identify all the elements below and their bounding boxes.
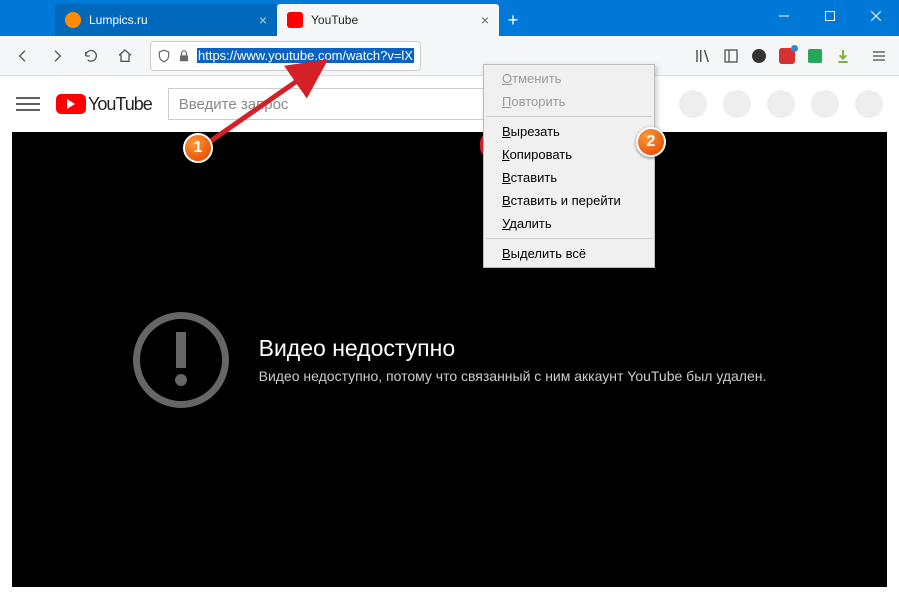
callout-1: 1 [183, 133, 213, 163]
url-context-menu: Отменить Повторить Вырезать Копировать В… [483, 64, 655, 268]
home-button[interactable] [110, 41, 140, 71]
ext-download-icon[interactable] [831, 44, 855, 68]
search-placeholder: Введите запрос [179, 96, 289, 113]
close-tab-icon[interactable]: × [255, 12, 271, 28]
exclamation-icon [133, 312, 229, 408]
tab-lumpics[interactable]: Lumpics.ru × [55, 4, 277, 36]
ctx-copy[interactable]: Копировать [484, 143, 654, 166]
ctx-select-all[interactable]: Выделить всё [484, 242, 654, 265]
shield-icon [157, 49, 171, 63]
tab-strip: Lumpics.ru × YouTube × + [55, 4, 527, 36]
ctx-redo: Повторить [484, 90, 654, 113]
tab-label: YouTube [311, 13, 469, 27]
menu-button[interactable] [867, 44, 891, 68]
maximize-button[interactable] [807, 0, 853, 32]
forward-button[interactable] [42, 41, 72, 71]
ctx-paste[interactable]: Вставить [484, 166, 654, 189]
youtube-header: YouTube Введите запрос [0, 76, 899, 132]
window-titlebar: Lumpics.ru × YouTube × + [0, 0, 899, 36]
ctx-undo: Отменить [484, 67, 654, 90]
reload-button[interactable] [76, 41, 106, 71]
youtube-wordmark: YouTube [88, 94, 152, 115]
video-error-subtitle: Видео недоступно, потому что связанный с… [259, 368, 767, 384]
tab-youtube[interactable]: YouTube × [277, 4, 499, 36]
header-placeholders [679, 90, 883, 118]
toolbar-extensions [691, 44, 891, 68]
back-button[interactable] [8, 41, 38, 71]
tab-favicon [65, 12, 81, 28]
ctx-paste-go[interactable]: Вставить и перейти [484, 189, 654, 212]
window-controls [761, 0, 899, 32]
hamburger-icon[interactable] [16, 92, 40, 116]
ext-green-icon[interactable] [803, 44, 827, 68]
url-bar[interactable]: https://www.youtube.com/watch?v=lX [150, 41, 421, 71]
ext-icon[interactable] [747, 44, 771, 68]
minimize-button[interactable] [761, 0, 807, 32]
search-input[interactable]: Введите запрос [168, 88, 493, 120]
ctx-cut[interactable]: Вырезать [484, 120, 654, 143]
ctx-delete[interactable]: Удалить [484, 212, 654, 235]
library-icon[interactable] [691, 44, 715, 68]
video-player-area: Видео недоступно Видео недоступно, потом… [12, 132, 887, 587]
url-text[interactable]: https://www.youtube.com/watch?v=lX [197, 45, 414, 67]
video-error-title: Видео недоступно [259, 335, 767, 362]
sidebar-icon[interactable] [719, 44, 743, 68]
play-icon [56, 94, 86, 114]
lock-icon [177, 49, 191, 63]
new-tab-button[interactable]: + [499, 4, 527, 36]
browser-toolbar: https://www.youtube.com/watch?v=lX [0, 36, 899, 76]
tab-label: Lumpics.ru [89, 13, 247, 27]
close-window-button[interactable] [853, 0, 899, 32]
ublock-icon[interactable] [775, 44, 799, 68]
tab-favicon [287, 12, 303, 28]
close-tab-icon[interactable]: × [477, 12, 493, 28]
youtube-logo[interactable]: YouTube [56, 94, 152, 115]
callout-2: 2 [636, 127, 666, 157]
